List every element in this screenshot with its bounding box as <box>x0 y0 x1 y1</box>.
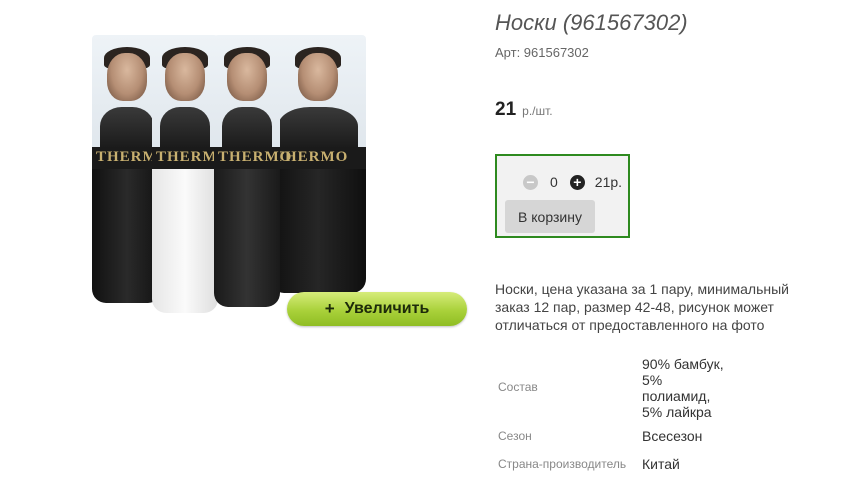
product-price: 21 р./шт. <box>495 99 553 121</box>
plus-icon[interactable]: + <box>569 174 585 190</box>
property-name: Состав <box>498 380 538 394</box>
add-to-cart-box: − 0 + 21р. В корзину <box>495 154 630 238</box>
quantity-stepper: − 0 + 21р. <box>523 174 622 190</box>
add-to-cart-button[interactable]: В корзину <box>505 200 595 233</box>
product-title: Носки (961567302) <box>495 10 688 35</box>
quantity-value: 0 <box>550 174 558 190</box>
property-name: Сезон <box>498 429 532 443</box>
sock-dark-grey: THERMO <box>214 35 291 307</box>
property-name: Страна-производитель <box>498 457 627 471</box>
product-sku: Арт: 961567302 <box>495 45 589 60</box>
zoom-button-label: Увеличить <box>344 300 430 317</box>
property-value: Всесезон <box>642 428 703 444</box>
product-image[interactable]: THERMO THERMO THERMO THERMO <box>88 35 388 320</box>
minus-icon[interactable]: − <box>523 174 538 190</box>
price-unit: р./шт. <box>522 104 553 118</box>
sock-band-label: THERMO <box>218 149 293 165</box>
sock-white: THERMO <box>152 35 229 313</box>
price-value: 21 <box>495 99 517 120</box>
product-description: Носки, цена указана за 1 пару, минимальн… <box>495 281 789 333</box>
cart-total: 21р. <box>594 174 623 190</box>
property-value: Китай <box>642 456 680 472</box>
zoom-button[interactable]: + Увеличить <box>287 292 467 326</box>
property-value: 90% бамбук, 5% полиамид, 5% лайкра <box>642 356 724 420</box>
plus-icon: + <box>324 299 335 318</box>
